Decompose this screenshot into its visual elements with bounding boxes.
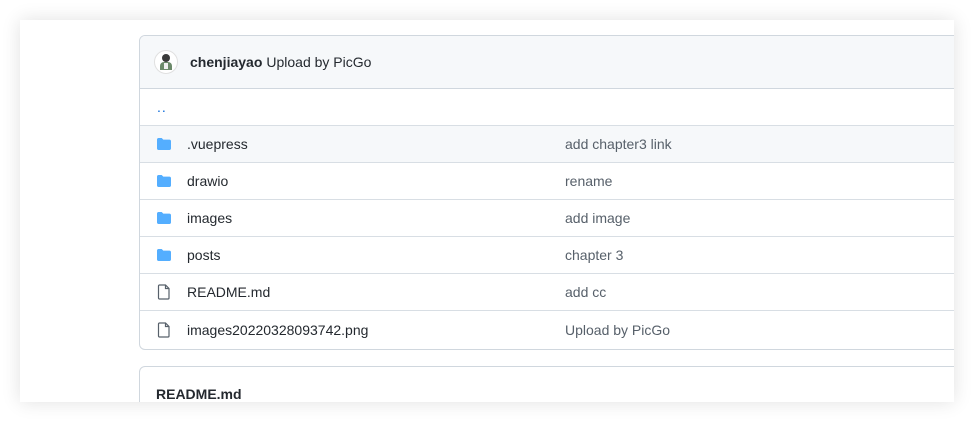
- file-browser: chenjiayao Upload by PicGo .. .vuepress a…: [139, 35, 954, 350]
- file-row[interactable]: posts chapter 3: [140, 237, 954, 274]
- file-icon: [140, 284, 187, 300]
- file-row[interactable]: drawio rename: [140, 163, 954, 200]
- file-row[interactable]: .vuepress add chapter3 link: [140, 126, 954, 163]
- parent-directory-link[interactable]: ..: [157, 99, 167, 115]
- readme-title: README.md: [156, 386, 242, 402]
- file-name-link[interactable]: images: [187, 210, 232, 226]
- file-commit-message-link[interactable]: add image: [565, 210, 630, 226]
- file-name-link[interactable]: .vuepress: [187, 136, 248, 152]
- file-name-link[interactable]: README.md: [187, 284, 270, 300]
- file-name-link[interactable]: images20220328093742.png: [187, 322, 368, 338]
- folder-icon: [140, 174, 187, 188]
- file-name-link[interactable]: posts: [187, 247, 220, 263]
- folder-icon: [140, 248, 187, 262]
- commit-message[interactable]: Upload by PicGo: [266, 54, 371, 70]
- parent-directory-row[interactable]: ..: [140, 89, 954, 126]
- file-commit-message-link[interactable]: add chapter3 link: [565, 136, 672, 152]
- avatar[interactable]: [154, 50, 178, 74]
- file-commit-message-link[interactable]: Upload by PicGo: [565, 322, 670, 338]
- file-row[interactable]: images add image: [140, 200, 954, 237]
- commit-author[interactable]: chenjiayao: [190, 54, 262, 70]
- file-commit-message-link[interactable]: rename: [565, 173, 612, 189]
- file-name-link[interactable]: drawio: [187, 173, 228, 189]
- file-row[interactable]: README.md add cc: [140, 274, 954, 311]
- browser-window: chenjiayao Upload by PicGo .. .vuepress a…: [20, 20, 954, 402]
- file-commit-message-link[interactable]: add cc: [565, 284, 606, 300]
- folder-icon: [140, 137, 187, 151]
- file-icon: [140, 321, 187, 338]
- latest-commit-bar: chenjiayao Upload by PicGo: [140, 36, 954, 89]
- file-row[interactable]: images20220328093742.png Upload by PicGo: [140, 311, 954, 348]
- readme-panel: README.md: [139, 366, 954, 402]
- file-commit-message-link[interactable]: chapter 3: [565, 247, 623, 263]
- folder-icon: [140, 211, 187, 225]
